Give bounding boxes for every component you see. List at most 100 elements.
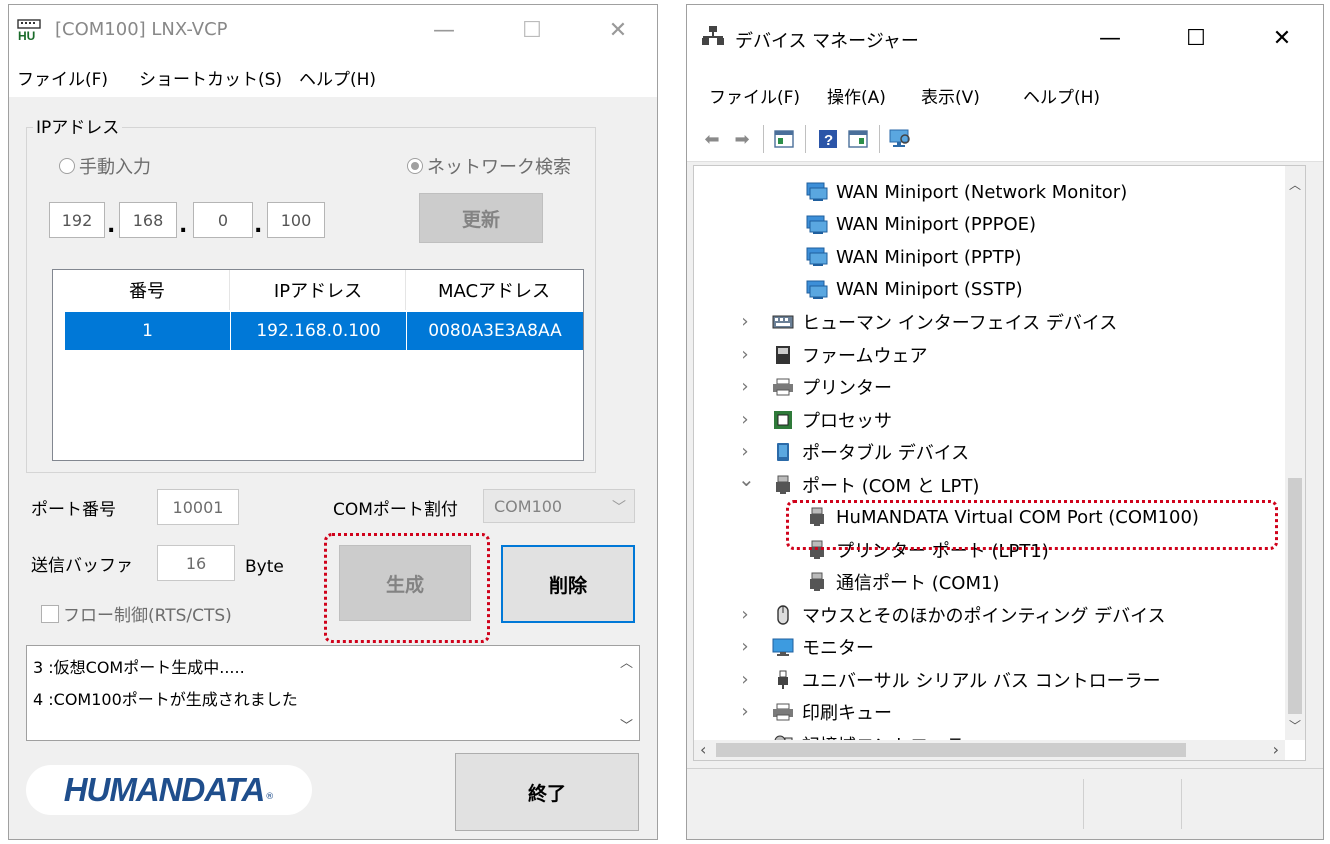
scroll-thumb[interactable] xyxy=(716,743,1186,757)
tree-node[interactable]: ヒューマン インターフェイス デバイス xyxy=(772,306,1117,338)
ip-separator: . xyxy=(107,213,116,238)
cell-number: 1 xyxy=(65,312,231,350)
checkbox-icon xyxy=(41,604,59,623)
tree-node-label: ユニバーサル シリアル バス コントローラー xyxy=(802,670,1161,692)
properties-icon[interactable] xyxy=(773,128,795,150)
network-search-radio[interactable]: ネットワーク検索 xyxy=(407,153,571,179)
scroll-down-icon[interactable]: ﹀ xyxy=(1289,717,1301,734)
printer-icon xyxy=(772,377,794,397)
scroll-down-icon[interactable]: ﹀ xyxy=(620,715,633,734)
column-header-ip[interactable]: IPアドレス xyxy=(231,270,406,310)
device-tree[interactable]: WAN Miniport (Network Monitor) WAN Minipo… xyxy=(693,165,1306,761)
svg-text:?: ? xyxy=(824,132,833,149)
toolbar-separator xyxy=(763,125,764,153)
forward-arrow-icon[interactable]: ➡ xyxy=(731,128,753,150)
send-buffer-field[interactable]: 16 xyxy=(157,545,235,581)
maximize-button[interactable]: ☐ xyxy=(509,11,555,49)
scroll-thumb[interactable] xyxy=(1288,478,1302,714)
tree-node[interactable]: WAN Miniport (SSTP) xyxy=(806,274,1023,306)
device-manager-icon xyxy=(701,25,725,47)
network-adapter-icon xyxy=(806,215,828,235)
back-arrow-icon[interactable]: ⬅ xyxy=(701,128,723,150)
tree-node[interactable]: ポータブル デバイス xyxy=(772,436,969,468)
tree-node[interactable]: プリンター xyxy=(772,371,892,403)
scroll-right-icon[interactable]: › xyxy=(1273,740,1279,759)
com-assign-value: COM100 xyxy=(494,496,563,516)
status-bar xyxy=(687,768,1323,839)
tree-node[interactable]: 通信ポート (COM1) xyxy=(806,566,1000,598)
port-number-field[interactable]: 10001 xyxy=(157,489,239,525)
title-bar: HU [COM100] LNX-VCP — ☐ ✕ xyxy=(9,5,657,55)
hid-icon xyxy=(772,312,794,332)
chevron-right-icon[interactable]: › xyxy=(738,376,752,397)
refresh-button[interactable]: 更新 xyxy=(419,193,543,243)
column-header-number[interactable]: 番号 xyxy=(65,270,230,310)
minimize-button[interactable]: — xyxy=(1087,19,1133,57)
ip-group-label: IPアドレス xyxy=(33,113,123,138)
menu-help[interactable]: ヘルプ(H) xyxy=(299,65,376,90)
menu-file[interactable]: ファイル(F) xyxy=(709,83,800,108)
window-title: デバイス マネージャー xyxy=(735,31,919,52)
minimize-button[interactable]: — xyxy=(421,11,467,49)
ip-octet-1[interactable]: 192 xyxy=(49,202,105,238)
scroll-up-icon[interactable]: ︿ xyxy=(620,652,633,671)
registered-mark-icon: ® xyxy=(265,792,275,802)
scroll-up-icon[interactable]: ︿ xyxy=(1289,176,1301,193)
chevron-right-icon[interactable]: › xyxy=(738,604,752,625)
column-header-mac[interactable]: MACアドレス xyxy=(407,270,581,310)
ip-octet-2[interactable]: 168 xyxy=(119,202,177,238)
delete-button[interactable]: 削除 xyxy=(501,545,635,623)
menu-view[interactable]: 表示(V) xyxy=(921,83,980,108)
ip-octet-3[interactable]: 0 xyxy=(193,202,253,238)
menu-help[interactable]: ヘルプ(H) xyxy=(1023,83,1100,108)
com-assign-select[interactable]: COM100 ﹀ xyxy=(483,489,635,523)
chevron-right-icon[interactable]: › xyxy=(738,636,752,657)
chevron-right-icon[interactable]: › xyxy=(738,669,752,690)
horizontal-scrollbar[interactable]: ‹ › xyxy=(694,740,1285,760)
tree-node[interactable]: モニター xyxy=(772,631,874,663)
chevron-right-icon[interactable]: › xyxy=(738,701,752,722)
table-row[interactable]: 1 192.168.0.100 0080A3E3A8AA xyxy=(65,312,583,350)
update-driver-icon[interactable] xyxy=(847,128,869,150)
device-list[interactable]: 番号 IPアドレス MACアドレス 1 192.168.0.100 0080A3… xyxy=(52,269,584,461)
menu-shortcut[interactable]: ショートカット(S) xyxy=(139,65,282,90)
scroll-left-icon[interactable]: ‹ xyxy=(700,740,706,759)
chevron-right-icon[interactable]: › xyxy=(738,311,752,332)
chevron-down-icon[interactable]: ⌄ xyxy=(738,467,755,491)
scan-hardware-icon[interactable] xyxy=(889,128,911,150)
tree-node[interactable]: 印刷キュー xyxy=(772,696,892,728)
tree-node-label: WAN Miniport (Network Monitor) xyxy=(836,181,1128,203)
tree-node[interactable]: マウスとそのほかのポインティング デバイス xyxy=(772,599,1166,631)
close-button[interactable]: ✕ xyxy=(595,11,641,49)
monitor-icon xyxy=(772,637,794,657)
chevron-right-icon[interactable]: › xyxy=(738,344,752,365)
menu-bar: ファイル(F) ショートカット(S) ヘルプ(H) xyxy=(9,55,657,97)
virtual-com-port-highlight xyxy=(786,500,1278,550)
tree-node[interactable]: WAN Miniport (Network Monitor) xyxy=(806,176,1127,208)
tree-node[interactable]: ポート (COM と LPT) xyxy=(772,469,979,501)
status-divider xyxy=(1083,779,1084,829)
menu-action[interactable]: 操作(A) xyxy=(827,83,886,108)
vertical-scrollbar[interactable]: ︿ ﹀ xyxy=(1285,166,1305,740)
ip-octet-4[interactable]: 100 xyxy=(267,202,325,238)
maximize-button[interactable]: ☐ xyxy=(1173,19,1219,57)
tree-node[interactable]: ファームウェア xyxy=(772,339,927,371)
exit-button[interactable]: 終了 xyxy=(455,753,639,831)
humandata-logo: HUMANDATA ® xyxy=(26,765,312,815)
chevron-right-icon[interactable]: › xyxy=(738,409,752,430)
processor-icon xyxy=(772,410,794,430)
tree-node[interactable]: ユニバーサル シリアル バス コントローラー xyxy=(772,664,1161,696)
tree-node[interactable]: WAN Miniport (PPPOE) xyxy=(806,209,1036,241)
toolbar: ⬅ ➡ ? xyxy=(687,119,1323,162)
log-area[interactable]: 3 :仮想COMポート生成中..... 4 :COM100ポートが生成されました… xyxy=(26,645,640,741)
menu-file[interactable]: ファイル(F) xyxy=(17,65,108,90)
help-icon[interactable]: ? xyxy=(817,128,839,150)
tree-node[interactable]: プロセッサ xyxy=(772,404,892,436)
tree-node-label: モニター xyxy=(802,638,874,659)
tree-node[interactable]: WAN Miniport (PPTP) xyxy=(806,241,1021,273)
manual-input-radio[interactable]: 手動入力 xyxy=(59,153,151,179)
chevron-right-icon[interactable]: › xyxy=(738,441,752,462)
flow-control-checkbox[interactable]: フロー制御(RTS/CTS) xyxy=(41,601,232,626)
close-button[interactable]: ✕ xyxy=(1259,19,1305,57)
tree-node-label: ファームウェア xyxy=(802,345,928,367)
